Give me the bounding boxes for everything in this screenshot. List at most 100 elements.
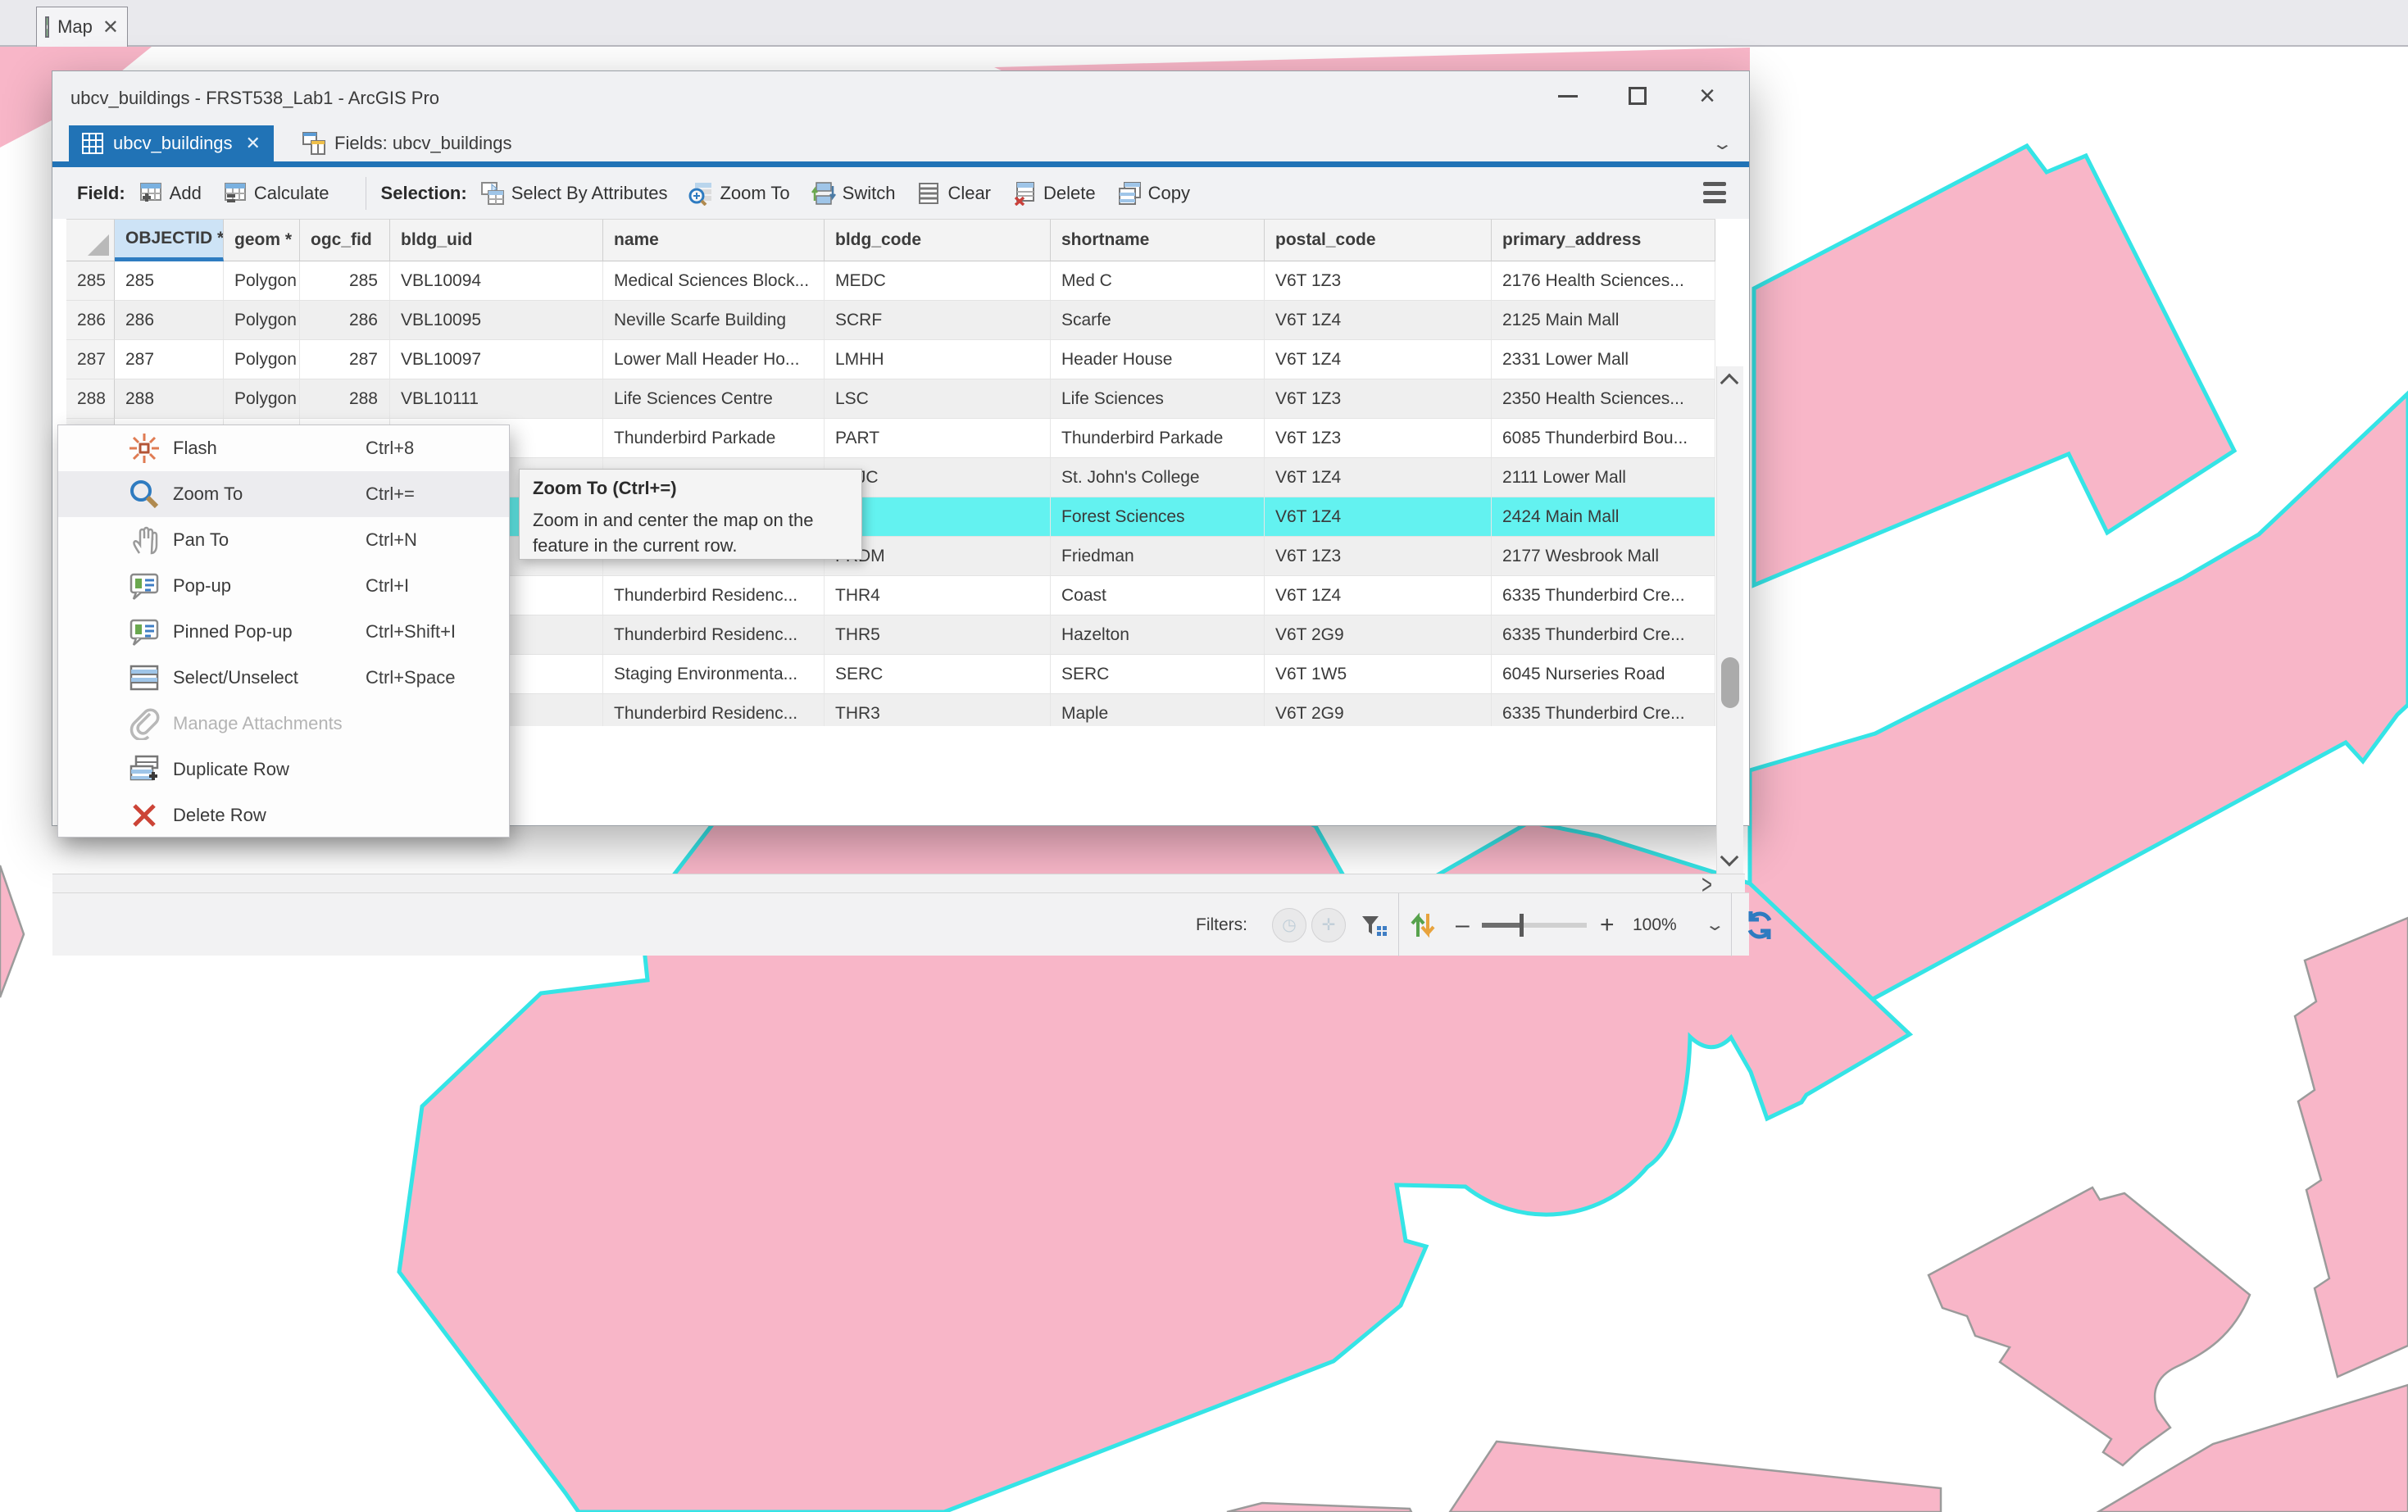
- window-title-bar[interactable]: ubcv_buildings - FRST538_Lab1 - ArcGIS P…: [52, 71, 1749, 125]
- menu-item-pan-to[interactable]: Pan To Ctrl+N: [58, 517, 509, 563]
- tab-fields[interactable]: Fields: ubcv_buildings: [290, 125, 523, 161]
- refresh-icon[interactable]: [1742, 893, 1777, 956]
- column-header-primary-address[interactable]: primary_address: [1492, 219, 1715, 261]
- minimize-button[interactable]: [1542, 71, 1593, 120]
- scrollbar-thumb[interactable]: [1721, 657, 1739, 708]
- close-button[interactable]: ×: [1682, 71, 1733, 120]
- chevron-down-icon[interactable]: ⌄: [1711, 134, 1733, 154]
- close-icon[interactable]: ✕: [102, 16, 119, 39]
- table-cell-bldg_code[interactable]: LMHH: [825, 340, 1051, 379]
- table-cell-postal_code[interactable]: V6T 1Z4: [1265, 576, 1492, 615]
- table-cell-primary_address[interactable]: 6085 Thunderbird Bou...: [1492, 419, 1715, 458]
- zoom-to-selection-button[interactable]: Zoom To: [688, 181, 789, 206]
- column-header-name[interactable]: name: [603, 219, 825, 261]
- table-cell-primary_address[interactable]: 6335 Thunderbird Cre...: [1492, 615, 1715, 655]
- copy-selection-button[interactable]: Copy: [1117, 181, 1190, 206]
- zoom-slider[interactable]: [1482, 893, 1587, 956]
- zoom-level-value[interactable]: 100%: [1633, 893, 1677, 956]
- column-header-bldg-uid[interactable]: bldg_uid: [390, 219, 603, 261]
- sort-icon[interactable]: [1408, 893, 1438, 956]
- table-cell-primary_address[interactable]: 6335 Thunderbird Cre...: [1492, 576, 1715, 615]
- table-cell-name[interactable]: Medical Sciences Block...: [603, 261, 825, 301]
- row-number-cell[interactable]: 285: [66, 261, 115, 301]
- building-polygon-selected[interactable]: [1754, 146, 2234, 585]
- menu-item-flash[interactable]: Flash Ctrl+8: [58, 425, 509, 471]
- table-cell-name[interactable]: Life Sciences Centre: [603, 379, 825, 419]
- table-cell-name[interactable]: Thunderbird Residenc...: [603, 576, 825, 615]
- building-polygon[interactable]: [1227, 1503, 1411, 1512]
- table-cell-geom[interactable]: Polygon: [224, 379, 300, 419]
- table-cell-shortname[interactable]: St. John's College: [1051, 458, 1265, 497]
- column-header-postal-code[interactable]: postal_code: [1265, 219, 1492, 261]
- column-header-shortname[interactable]: shortname: [1051, 219, 1265, 261]
- table-cell-primary_address[interactable]: 2350 Health Sciences...: [1492, 379, 1715, 419]
- table-row[interactable]: 286286Polygon286VBL10095Neville Scarfe B…: [66, 301, 1715, 340]
- table-cell-bldg_uid[interactable]: VBL10097: [390, 340, 603, 379]
- table-cell-bldg_code[interactable]: LSC: [825, 379, 1051, 419]
- row-number-cell[interactable]: 287: [66, 340, 115, 379]
- table-cell-postal_code[interactable]: V6T 2G9: [1265, 694, 1492, 726]
- column-header-objectid[interactable]: OBJECTID *: [115, 219, 224, 261]
- table-cell-postal_code[interactable]: V6T 1Z4: [1265, 497, 1492, 537]
- table-cell-objectid[interactable]: 285: [115, 261, 224, 301]
- table-cell-primary_address[interactable]: 2177 Wesbrook Mall: [1492, 537, 1715, 576]
- calculate-field-button[interactable]: Calculate: [223, 181, 329, 206]
- building-polygon[interactable]: [1450, 1442, 1941, 1512]
- vertical-scrollbar[interactable]: [1716, 366, 1743, 874]
- table-cell-primary_address[interactable]: 2176 Health Sciences...: [1492, 261, 1715, 301]
- table-cell-primary_address[interactable]: 2424 Main Mall: [1492, 497, 1715, 537]
- building-polygon[interactable]: [1929, 1187, 2250, 1465]
- table-cell-bldg_code[interactable]: SCRF: [825, 301, 1051, 340]
- table-cell-shortname[interactable]: Scarfe: [1051, 301, 1265, 340]
- row-number-cell[interactable]: 288: [66, 379, 115, 419]
- table-cell-postal_code[interactable]: V6T 1Z3: [1265, 419, 1492, 458]
- table-cell-name[interactable]: Staging Environmenta...: [603, 655, 825, 694]
- table-cell-shortname[interactable]: Forest Sciences: [1051, 497, 1265, 537]
- table-row[interactable]: 287287Polygon287VBL10097Lower Mall Heade…: [66, 340, 1715, 379]
- table-cell-shortname[interactable]: Life Sciences: [1051, 379, 1265, 419]
- table-cell-ogc_fid[interactable]: 286: [300, 301, 390, 340]
- table-cell-bldg_uid[interactable]: VBL10094: [390, 261, 603, 301]
- maximize-button[interactable]: [1612, 71, 1663, 120]
- select-by-attributes-button[interactable]: Select By Attributes: [480, 181, 668, 206]
- map-view-tab[interactable]: Map ✕: [36, 7, 128, 47]
- table-cell-ogc_fid[interactable]: 287: [300, 340, 390, 379]
- column-header-bldg-code[interactable]: bldg_code: [825, 219, 1051, 261]
- menu-item-select-unselect[interactable]: Select/Unselect Ctrl+Space: [58, 655, 509, 701]
- table-cell-shortname[interactable]: Thunderbird Parkade: [1051, 419, 1265, 458]
- table-cell-shortname[interactable]: Coast: [1051, 576, 1265, 615]
- table-cell-name[interactable]: Lower Mall Header Ho...: [603, 340, 825, 379]
- menu-icon[interactable]: [1703, 182, 1726, 203]
- table-cell-shortname[interactable]: SERC: [1051, 655, 1265, 694]
- scroll-down-icon[interactable]: [1720, 848, 1739, 867]
- table-cell-shortname[interactable]: Friedman: [1051, 537, 1265, 576]
- zoom-in-icon[interactable]: +: [1600, 893, 1615, 956]
- zoom-out-icon[interactable]: –: [1456, 893, 1470, 956]
- menu-item-zoom-to[interactable]: Zoom To Ctrl+=: [58, 471, 509, 517]
- menu-item-duplicate-row[interactable]: Duplicate Row: [58, 747, 509, 792]
- table-cell-bldg_code[interactable]: THR3: [825, 694, 1051, 726]
- table-cell-postal_code[interactable]: V6T 2G9: [1265, 615, 1492, 655]
- table-cell-bldg_code[interactable]: THR5: [825, 615, 1051, 655]
- chevron-down-icon[interactable]: ⌄: [1705, 893, 1725, 956]
- table-cell-bldg_code[interactable]: SERC: [825, 655, 1051, 694]
- table-cell-postal_code[interactable]: V6T 1W5: [1265, 655, 1492, 694]
- table-cell-objectid[interactable]: 286: [115, 301, 224, 340]
- table-cell-shortname[interactable]: Header House: [1051, 340, 1265, 379]
- menu-item-delete-row[interactable]: Delete Row: [58, 792, 509, 838]
- table-cell-objectid[interactable]: 287: [115, 340, 224, 379]
- table-cell-geom[interactable]: Polygon: [224, 301, 300, 340]
- table-cell-bldg_code[interactable]: MEDC: [825, 261, 1051, 301]
- table-cell-ogc_fid[interactable]: 288: [300, 379, 390, 419]
- table-row[interactable]: 285285Polygon285VBL10094Medical Sciences…: [66, 261, 1715, 301]
- horizontal-scrollbar[interactable]: >: [52, 874, 1745, 892]
- table-cell-postal_code[interactable]: V6T 1Z3: [1265, 379, 1492, 419]
- table-cell-bldg_uid[interactable]: VBL10095: [390, 301, 603, 340]
- table-cell-bldg_code[interactable]: THR4: [825, 576, 1051, 615]
- table-cell-postal_code[interactable]: V6T 1Z4: [1265, 340, 1492, 379]
- table-cell-primary_address[interactable]: 2111 Lower Mall: [1492, 458, 1715, 497]
- table-cell-bldg_uid[interactable]: VBL10111: [390, 379, 603, 419]
- table-cell-primary_address[interactable]: 6335 Thunderbird Cre...: [1492, 694, 1715, 726]
- table-cell-postal_code[interactable]: V6T 1Z3: [1265, 537, 1492, 576]
- close-icon[interactable]: ✕: [246, 133, 261, 154]
